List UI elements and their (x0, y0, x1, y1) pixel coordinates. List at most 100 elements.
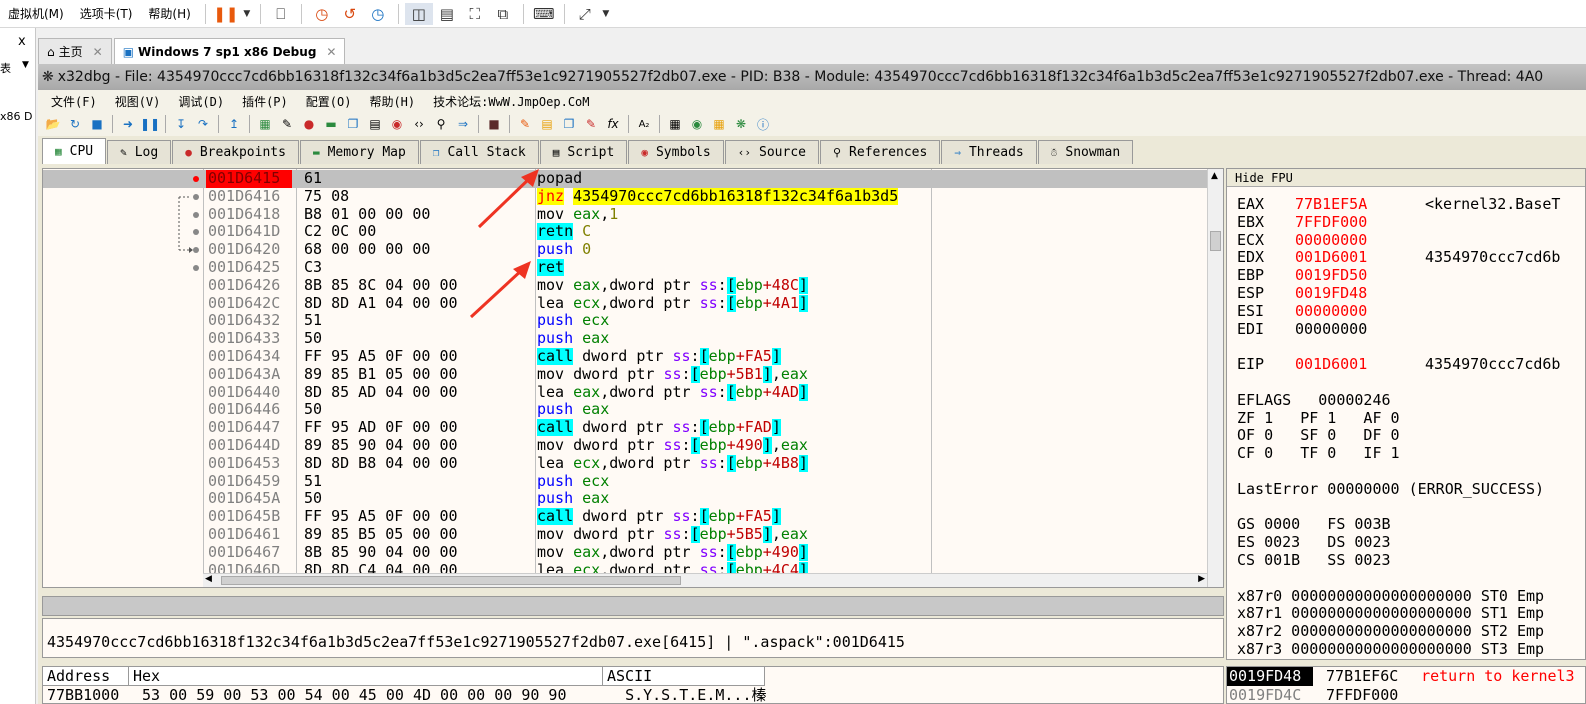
register-value[interactable]: 0019FD48 (1295, 284, 1425, 302)
menu-help[interactable]: 帮助(H) (360, 93, 424, 110)
vm-tab-debug[interactable]: ▣ Windows 7 sp1 x86 Debug ✕ (113, 38, 346, 64)
registers-view[interactable]: Hide FPU EAX 77B1EF5A <kernel32.BaseT EBX 7F… (1226, 168, 1586, 660)
disasm-row[interactable]: 001D6447 FF 95 AD 0F 00 00 call dword ptr … (43, 418, 1209, 437)
disasm-row[interactable]: 001D644D 89 85 90 04 00 00 mov dword ptr s… (43, 436, 1209, 455)
disassembly-view[interactable]: 001D6415 61 popad 001D6416 75 08 jnz 4354970c… (42, 168, 1224, 588)
terminal-icon[interactable]: ⌨ (530, 3, 558, 25)
tab-references[interactable]: ⚲ References (819, 140, 941, 164)
tab-threads[interactable]: ⇒ Threads (941, 140, 1037, 164)
unity-icon[interactable]: ⧉ (489, 3, 517, 25)
bug-icon[interactable]: ❋ (730, 114, 752, 134)
menu-options[interactable]: 配置(O) (297, 93, 361, 110)
disasm-row[interactable]: 001D6425 C3 ret (43, 258, 1209, 277)
fpu-row[interactable]: x87r0 00000000000000000000 ST0 Emp (1237, 587, 1544, 605)
close-icon[interactable]: ✕ (326, 45, 336, 59)
breakpoint-slot-icon[interactable] (193, 265, 199, 271)
register-row[interactable]: EAX 77B1EF5A <kernel32.BaseT (1237, 195, 1560, 213)
vm-menu-help[interactable]: 帮助(H) (140, 5, 198, 22)
dropdown-icon[interactable]: ▼ (599, 3, 613, 25)
lasterror-row[interactable]: LastError 00000000 (ERROR_SUCCESS) (1237, 480, 1544, 498)
step-into-icon[interactable]: ↧ (170, 114, 192, 134)
snapshot-manager-icon[interactable]: ◷ (364, 3, 392, 25)
script-icon[interactable]: ▤ (364, 114, 386, 134)
stretch-icon[interactable]: ⤢ (571, 3, 599, 25)
tab-memory-map[interactable]: ▬ Memory Map (299, 140, 419, 164)
disasm-row[interactable]: 001D6459 51 push ecx (43, 472, 1209, 491)
disasm-row[interactable]: 001D6467 8B 85 90 04 00 00 mov eax,dword p… (43, 543, 1209, 562)
fx-icon[interactable]: fx (602, 114, 624, 134)
close-icon[interactable]: x (18, 34, 26, 49)
chevron-down-icon[interactable]: ▼ (22, 60, 29, 70)
references-icon[interactable]: ⚲ (430, 114, 452, 134)
patches-icon[interactable]: ■ (483, 114, 505, 134)
disasm-row[interactable]: 001D642C 8D 8D A1 04 00 00 lea ecx,dword p… (43, 294, 1209, 313)
scroll-left-icon[interactable]: ◀ (205, 574, 212, 584)
functions-icon[interactable]: ✎ (580, 114, 602, 134)
register-value[interactable]: 00000000 (1295, 231, 1425, 249)
register-value[interactable]: 77B1EF5A (1295, 195, 1425, 213)
scroll-right-icon[interactable]: ▶ (1198, 574, 1205, 584)
symbols-icon[interactable]: ◉ (386, 114, 408, 134)
stack-row[interactable]: 0019FD4C 7FFDF000 (1227, 686, 1412, 703)
scroll-thumb[interactable] (1210, 231, 1221, 251)
disasm-row[interactable]: 001D6420 68 00 00 00 00 push 0 (43, 240, 1209, 259)
snapshot-icon[interactable]: ◷ (308, 3, 336, 25)
info-icon[interactable]: ⓘ (752, 114, 774, 134)
tab-breakpoints[interactable]: ● Breakpoints (172, 140, 299, 164)
vertical-scrollbar[interactable]: ▲ (1207, 169, 1223, 587)
disasm-row[interactable]: 001D6418 B8 01 00 00 00 mov eax,1 (43, 205, 1209, 224)
flags-row[interactable]: ZF 1 PF 1 AF 0 (1237, 409, 1400, 427)
breakpoint-slot-icon[interactable] (193, 247, 199, 254)
register-row[interactable]: EBX 7FFDF000 (1237, 213, 1425, 231)
fullscreen-icon[interactable]: ⛶ (461, 3, 489, 25)
tab-symbols[interactable]: ◉ Symbols (628, 140, 724, 164)
disasm-row[interactable]: 001D643A 89 85 B1 05 00 00 mov dword ptr s… (43, 365, 1209, 384)
close-icon[interactable]: ✕ (93, 45, 103, 59)
breakpoint-slot-icon[interactable] (193, 211, 199, 218)
step-over-icon[interactable]: ↷ (192, 114, 214, 134)
horizontal-scrollbar[interactable]: ◀ ▶ (203, 573, 1207, 587)
register-row[interactable]: ESI 00000000 (1237, 302, 1425, 320)
menu-forum[interactable]: 技术论坛:WwW.JmpOep.CoM (424, 93, 598, 110)
fpu-row[interactable]: x87r3 00000000000000000000 ST3 Emp (1237, 640, 1544, 658)
scroll-thumb[interactable] (221, 576, 681, 585)
disasm-row[interactable]: 001D6426 8B 85 8C 04 00 00 mov eax,dword p… (43, 276, 1209, 295)
disasm-row[interactable]: 001D641D C2 0C 00 retn C (43, 223, 1209, 241)
segment-row[interactable]: GS 0000 FS 003B (1237, 515, 1391, 533)
tab-script[interactable]: ▤ Script (539, 140, 628, 164)
breakpoint-slot-icon[interactable] (193, 193, 199, 200)
disasm-row[interactable]: 001D6434 FF 95 A5 0F 00 00 call dword ptr … (43, 347, 1209, 366)
vm-menu-tabs[interactable]: 选项卡(T) (72, 5, 141, 22)
pause-icon[interactable]: ❚❚ (212, 3, 240, 25)
stop-icon[interactable]: ■ (86, 114, 108, 134)
dropdown-icon[interactable]: ▼ (240, 3, 254, 25)
disasm-row[interactable]: 001D6416 75 08 jnz 4354970ccc7cd6bb16318f1… (43, 187, 1209, 206)
revert-snapshot-icon[interactable]: ↺ (336, 3, 364, 25)
register-value[interactable]: 00000000 (1295, 320, 1425, 338)
register-value[interactable]: 001D6001 (1295, 355, 1425, 373)
disasm-row[interactable]: 001D645B FF 95 A5 0F 00 00 call dword ptr … (43, 507, 1209, 526)
tab-call-stack[interactable]: ❐ Call Stack (419, 140, 539, 164)
disasm-row[interactable]: 001D645A 50 push eax (43, 490, 1209, 508)
register-value[interactable]: 0019FD50 (1295, 266, 1425, 284)
disasm-row[interactable]: 001D6446 50 push eax (43, 401, 1209, 419)
register-row[interactable]: EBP 0019FD50 (1237, 266, 1425, 284)
send-keys-icon[interactable]: ⎕ (267, 3, 295, 25)
stack-view[interactable]: 0019FD48 77B1EF6C return to kernel3 0019… (1226, 666, 1586, 704)
open-icon[interactable]: 📂 (42, 114, 64, 134)
menu-debug[interactable]: 调试(D) (169, 93, 233, 110)
breakpoint-slot-icon[interactable] (193, 229, 199, 236)
run-icon[interactable]: ➜ (117, 114, 139, 134)
restart-icon[interactable]: ↻ (64, 114, 86, 134)
segment-row[interactable]: CS 001B SS 0023 (1237, 551, 1391, 569)
library-item[interactable]: x86 D (0, 110, 32, 123)
disasm-row[interactable]: 001D6453 8D 8D B8 04 00 00 lea ecx,dword p… (43, 454, 1209, 473)
register-row[interactable]: ECX 00000000 (1237, 231, 1425, 249)
disasm-row[interactable]: 001D6433 50 push eax (43, 329, 1209, 348)
plugin-icon[interactable]: ▦ (708, 114, 730, 134)
tab-source[interactable]: ‹› Source (724, 140, 819, 164)
register-row[interactable]: EDI 00000000 (1237, 320, 1425, 338)
dump-view[interactable]: Address Hex ASCII 77BB1000 53 00 59 00 5… (42, 666, 1224, 704)
breakpoints-icon[interactable]: ● (298, 114, 320, 134)
menu-file[interactable]: 文件(F) (42, 93, 106, 110)
